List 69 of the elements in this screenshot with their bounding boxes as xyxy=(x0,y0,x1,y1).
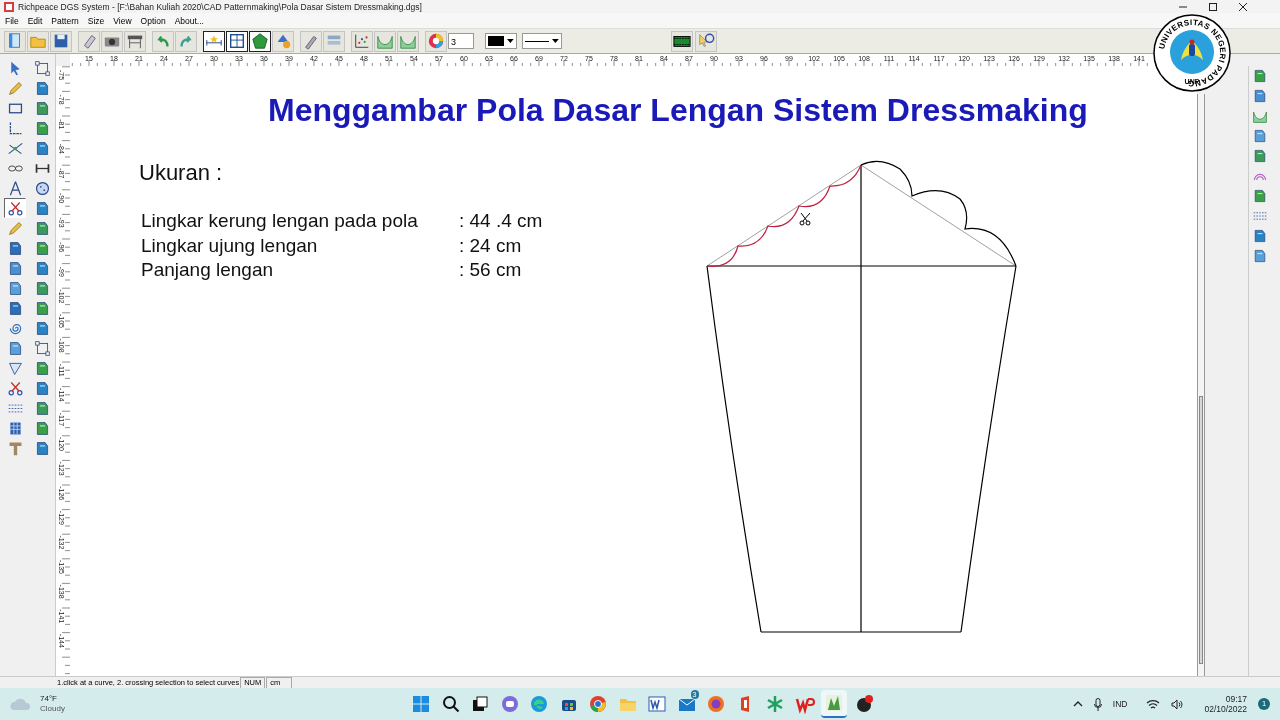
search-icon xyxy=(440,694,461,714)
tool-button[interactable] xyxy=(4,198,26,218)
microphone-icon[interactable] xyxy=(1093,697,1102,711)
dot-plot-icon xyxy=(353,32,371,50)
button-icon xyxy=(33,179,51,197)
measurement-label: Lingkar ujung lengan xyxy=(141,234,319,256)
caret-icon xyxy=(552,39,559,43)
pattern-piece-icon xyxy=(1252,68,1268,84)
chevron-up-icon[interactable] xyxy=(1072,701,1083,707)
measurement-value: : 44 .4 cm xyxy=(459,210,543,232)
measurement-value: : 24 cm xyxy=(459,234,523,256)
frame-icon xyxy=(33,339,51,357)
start-icon xyxy=(411,694,431,714)
heading: Ukuran : xyxy=(139,160,223,186)
pattern-piece-icon xyxy=(1252,88,1268,104)
language-indicator[interactable]: IND xyxy=(1112,699,1128,709)
window-title: Richpeace DGS System - [F:\Bahan Kuliah 2020\CAD Patternmaking\Pola Dasar Sistem Dressmaking.dgs] xyxy=(18,1,422,12)
color-wheel-icon xyxy=(427,32,445,50)
document-icon xyxy=(647,694,667,714)
close-icon[interactable] xyxy=(1238,1,1248,12)
menu-item[interactable]: About... xyxy=(174,15,204,26)
help-icon xyxy=(697,32,715,50)
temperature: 74°F xyxy=(40,694,58,704)
browser-icon xyxy=(529,694,549,714)
scissors-icon xyxy=(6,379,24,397)
menu-item[interactable]: Option xyxy=(140,15,166,26)
pattern-piece-icon xyxy=(1252,228,1268,244)
pattern-piece-icon xyxy=(1252,148,1268,164)
menu-item[interactable]: Size xyxy=(87,15,105,26)
save-icon xyxy=(52,32,70,50)
clock-date[interactable]: 02/10/2022 xyxy=(1204,704,1247,714)
vertical-scrollbar[interactable] xyxy=(1197,94,1205,676)
pencil-icon xyxy=(6,79,24,97)
task-view-icon xyxy=(470,694,490,714)
browser-icon xyxy=(706,694,726,714)
pentagon-icon xyxy=(251,32,269,50)
browser-icon xyxy=(588,694,608,714)
star-icon xyxy=(765,694,785,714)
pattern-piece-icon xyxy=(1252,248,1268,264)
frame-icon xyxy=(33,59,51,77)
window-icon xyxy=(228,32,246,50)
color-dropdown[interactable] xyxy=(485,33,517,49)
menu-item[interactable]: Edit xyxy=(27,15,43,26)
app-icon xyxy=(824,693,844,713)
line-style-dropdown[interactable] xyxy=(522,33,562,49)
menu-item[interactable]: View xyxy=(113,15,132,26)
cloud-icon xyxy=(10,697,32,711)
canvas-title: Menggambar Pola Dasar Lengan Sistem Dressmaking xyxy=(268,92,1088,129)
pattern-piece-icon xyxy=(1252,128,1268,144)
weather-condition: Cloudy xyxy=(40,704,65,714)
menu-item[interactable]: File xyxy=(5,15,19,26)
measurement-label: Panjang lengan xyxy=(141,259,275,281)
scissors-icon xyxy=(6,199,24,217)
cursor-icon xyxy=(799,212,811,226)
menu-item[interactable]: Pattern xyxy=(51,15,79,26)
pencil-icon xyxy=(6,219,24,237)
measurement-label: Lingkar kerung lengan pada pola xyxy=(141,210,419,232)
maximize-icon[interactable] xyxy=(1208,1,1218,12)
pattern-piece-icon xyxy=(1252,188,1268,204)
toolbar-button[interactable] xyxy=(249,30,271,52)
speaker-icon[interactable] xyxy=(1171,698,1184,710)
toolbar-button[interactable] xyxy=(226,30,248,52)
caret-icon xyxy=(507,39,514,43)
clock-time[interactable]: 09:17 xyxy=(1225,694,1247,704)
toolbar-button[interactable] xyxy=(203,30,225,52)
measurement-value: : 56 cm xyxy=(459,259,523,281)
chat-icon xyxy=(499,694,520,714)
wifi-icon[interactable] xyxy=(1146,698,1161,710)
line-width-field[interactable]: 3 xyxy=(448,33,474,49)
